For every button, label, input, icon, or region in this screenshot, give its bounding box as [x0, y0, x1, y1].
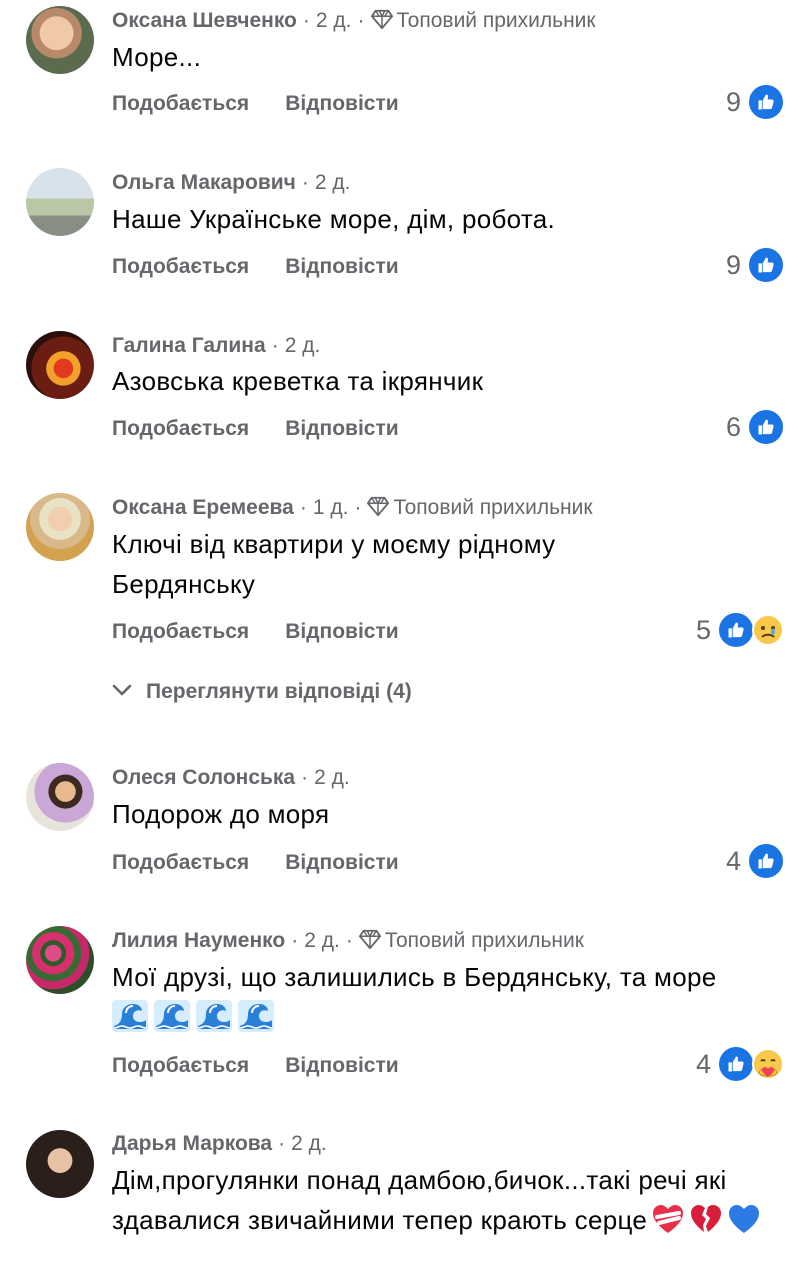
reply-button[interactable]: Відповісти: [285, 414, 398, 444]
comment-meta: Оксана Шевченко · 2 д. · Топовий прихильник: [112, 8, 596, 32]
like-button[interactable]: Подобається: [112, 1051, 249, 1081]
avatar[interactable]: [26, 168, 94, 236]
commenter-name[interactable]: Оксана Еремеева: [112, 496, 294, 519]
commenter-name[interactable]: Лилия Науменко: [112, 929, 285, 952]
top-fan-badge: Топовий прихильник: [396, 9, 596, 32]
top-fan-badge: Топовий прихильник: [384, 929, 584, 952]
sad-icon: [752, 614, 784, 646]
reaction-count: 5: [695, 614, 711, 645]
reply-button[interactable]: Відповісти: [285, 89, 398, 119]
like-button[interactable]: Подобається: [112, 89, 249, 119]
comment-text-body: Дім,прогулянки понад дамбою,бичок...такі…: [112, 1165, 727, 1235]
chevron-down-icon: [112, 684, 132, 696]
comment-time[interactable]: 2 д.: [285, 334, 321, 357]
commenter-name[interactable]: Дарья Маркова: [112, 1132, 272, 1155]
comment-meta: Оксана Еремеева · 1 д. · Топовий прихильник: [112, 495, 593, 519]
comment-actions: Подобається Відповісти: [112, 617, 399, 647]
comment-time[interactable]: 2 д.: [304, 929, 340, 952]
commenter-name[interactable]: Оксана Шевченко: [112, 9, 297, 32]
like-icon: [747, 83, 785, 121]
comment-actions: Подобається Відповісти: [112, 414, 399, 444]
comment-text: Море...: [112, 42, 202, 72]
commenter-name[interactable]: Олеся Солонська: [112, 766, 295, 789]
like-icon: [717, 1045, 755, 1083]
comment-text: Дім,прогулянки понад дамбою,бичок...такі…: [112, 1160, 772, 1240]
comment-actions: Подобається Відповісти: [112, 89, 399, 119]
avatar[interactable]: [26, 926, 94, 994]
comment-actions: Подобається Відповісти: [112, 1051, 399, 1081]
reply-button[interactable]: Відповісти: [285, 1051, 398, 1081]
view-replies-label: Переглянути відповіді (4): [146, 680, 412, 703]
reaction-count: 9: [725, 249, 741, 280]
reaction-summary[interactable]: 9: [725, 83, 785, 121]
comment-time[interactable]: 2 д.: [316, 9, 352, 32]
blue-heart-icon: [729, 1205, 760, 1233]
commenter-name[interactable]: Галина Галина: [112, 334, 266, 357]
broken-heart-icon: [691, 1205, 722, 1232]
reaction-summary[interactable]: 9: [725, 246, 785, 284]
reaction-summary[interactable]: 4: [725, 842, 785, 880]
avatar[interactable]: [26, 331, 94, 399]
comment-actions: Подобається Відповісти: [112, 252, 399, 282]
comment-meta: Ольга Макарович · 2 д.: [112, 171, 351, 194]
comment-text-body: Мої друзі, що залишились в Бердянську, т…: [112, 962, 717, 992]
comment-text: Ключі від квартири у моєму рідному Бердя…: [112, 529, 556, 599]
like-icon: [747, 408, 785, 446]
avatar[interactable]: [26, 763, 94, 831]
like-button[interactable]: Подобається: [112, 414, 249, 444]
like-button[interactable]: Подобається: [112, 252, 249, 282]
avatar[interactable]: [26, 493, 94, 561]
reaction-count: 6: [725, 411, 741, 442]
avatar[interactable]: [26, 6, 94, 74]
like-button[interactable]: Подобається: [112, 617, 249, 647]
like-icon: [747, 842, 785, 880]
comment-meta: Лилия Науменко · 2 д. · Топовий прихильник: [112, 928, 584, 952]
reaction-count: 4: [725, 845, 741, 876]
avatar[interactable]: [26, 1130, 94, 1198]
commenter-name[interactable]: Ольга Макарович: [112, 171, 296, 194]
comment-time[interactable]: 2 д.: [291, 1132, 327, 1155]
wave-icon: [238, 1000, 274, 1032]
reply-button[interactable]: Відповісти: [285, 252, 398, 282]
comment-meta: Галина Галина · 2 д.: [112, 334, 321, 357]
reaction-count: 9: [725, 86, 741, 117]
comment-text: Азовська креветка та ікрянчик: [112, 366, 484, 396]
top-fan-diamond-icon: [367, 495, 389, 517]
like-button[interactable]: Подобається: [112, 848, 249, 878]
wave-icon: [112, 1000, 148, 1032]
reaction-summary[interactable]: 6: [725, 408, 785, 446]
wave-icon: [154, 1000, 190, 1032]
reaction-count: 4: [695, 1048, 711, 1079]
wave-icon: [196, 1000, 232, 1032]
comment-meta: Дарья Маркова · 2 д.: [112, 1132, 327, 1155]
comment-text: Мої друзі, що залишились в Бердянську, т…: [112, 957, 752, 1037]
comment-meta: Олеся Солонська · 2 д.: [112, 766, 350, 789]
top-fan-diamond-icon: [359, 928, 381, 950]
reaction-summary[interactable]: 4: [695, 1045, 785, 1083]
mending-heart-icon: [653, 1205, 684, 1233]
comment-actions: Подобається Відповісти: [112, 848, 399, 878]
like-icon: [747, 246, 785, 284]
reply-button[interactable]: Відповісти: [285, 848, 398, 878]
comment-text: Наше Українське море, дім, робота.: [112, 204, 556, 234]
reaction-summary[interactable]: 5: [695, 611, 785, 649]
view-replies-button[interactable]: Переглянути відповіді (4): [112, 677, 412, 707]
reply-button[interactable]: Відповісти: [285, 617, 398, 647]
comment-text: Подорож до моря: [112, 799, 330, 829]
top-fan-badge: Топовий прихильник: [393, 496, 593, 519]
top-fan-diamond-icon: [371, 8, 393, 30]
comment-time[interactable]: 1 д.: [313, 496, 349, 519]
like-icon: [717, 611, 755, 649]
care-icon: [752, 1048, 784, 1080]
comment-time[interactable]: 2 д.: [315, 171, 351, 194]
comment-time[interactable]: 2 д.: [314, 766, 350, 789]
